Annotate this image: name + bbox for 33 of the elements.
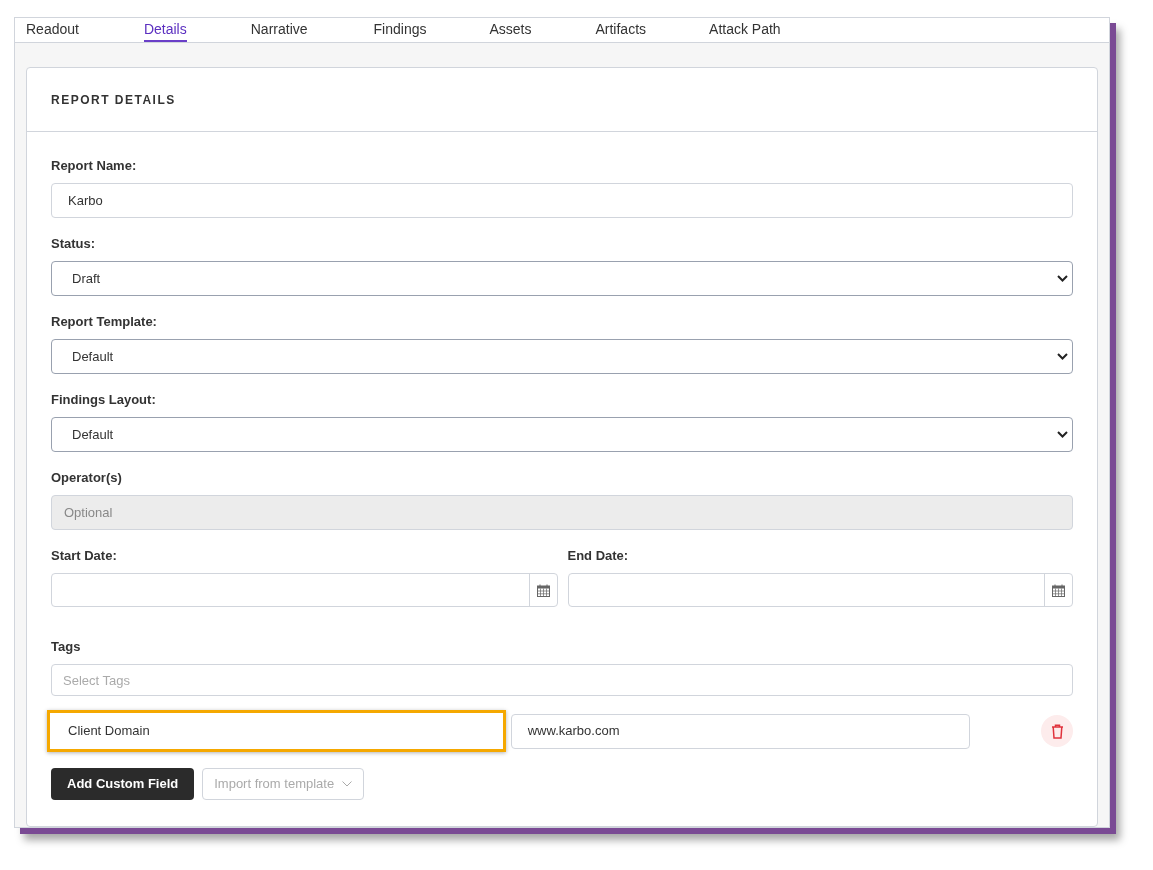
tab[interactable]: Attack Path [709,18,781,42]
calendar-icon [1052,583,1065,597]
chevron-down-icon [1057,353,1068,360]
date-field[interactable] [51,573,558,607]
custom-field-name[interactable]: Client Domain [47,710,506,752]
tab[interactable]: Readout [26,18,79,42]
tab[interactable]: Assets [489,18,532,42]
date-field[interactable] [567,573,1073,607]
tags-field[interactable]: Select Tags [51,664,1073,696]
chevron-down-icon [1057,431,1068,438]
field-label: Operator(s) [51,470,123,486]
tab[interactable]: Artifacts [595,18,647,42]
card-title: REPORT DETAILS [51,91,176,109]
field-label: End Date: [567,548,630,564]
tab[interactable]: Narrative [250,18,308,42]
tab[interactable]: Findings [373,18,427,42]
field-label: Report Name: [51,158,138,174]
add-custom-field-button[interactable]: Add Custom Field [51,768,195,800]
field-label: Tags [51,639,82,655]
trash-icon [1050,723,1064,739]
text-field[interactable]: Karbo [51,183,1073,218]
field-label: Start Date: [51,548,118,564]
field-label: Findings Layout: [51,392,157,408]
delete-button[interactable] [1041,715,1073,747]
chevron-down-icon [1057,275,1068,282]
chevron-down-icon [342,781,353,787]
select-field[interactable]: Default [51,339,1073,374]
field-label: Report Template: [51,314,158,330]
select-field[interactable]: Draft [51,261,1073,296]
select-field[interactable]: Default [51,417,1073,452]
field-label: Status: [51,236,97,252]
custom-field-value[interactable]: www.karbo.com [510,713,971,749]
calendar-icon [536,583,550,597]
